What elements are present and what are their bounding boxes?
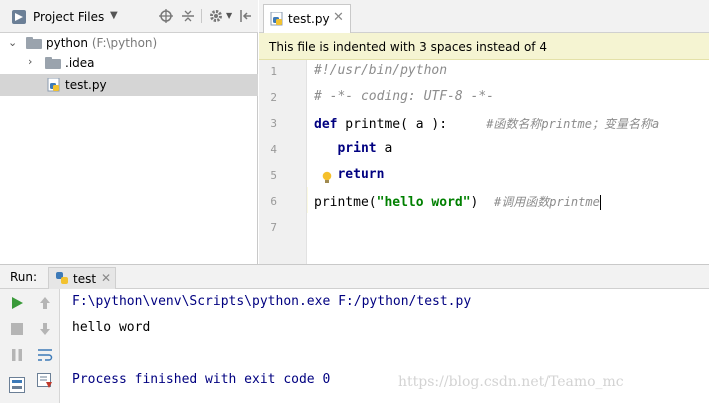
code-line-1: #!/usr/bin/python: [314, 63, 447, 78]
keyword-def: def: [314, 117, 338, 132]
project-view-icon: [12, 10, 26, 24]
settings-dropdown-icon[interactable]: ▼: [226, 11, 232, 20]
inline-comment: #调用函数printme: [494, 195, 600, 209]
code-line-4: print a: [314, 141, 392, 156]
line-number-gutter: 1 2 3 4 5 6 7: [259, 60, 307, 264]
watermark-text: https://blog.csdn.net/Teamo_mc: [398, 374, 624, 390]
chevron-right-icon[interactable]: ›: [28, 55, 32, 68]
collapse-all-icon[interactable]: [180, 8, 196, 24]
code-line-6: printme("hello word") #调用函数printme: [314, 193, 601, 210]
tree-item-label: python: [46, 36, 88, 50]
tree-item-test-py[interactable]: test.py: [0, 74, 258, 96]
line-number: 7: [270, 221, 277, 234]
python-file-icon: [270, 12, 283, 26]
function-signature: printme( a ):: [337, 117, 448, 132]
run-toolbar: [0, 289, 60, 403]
line-number: 6: [270, 195, 277, 208]
python-file-icon: [47, 78, 60, 92]
editor-tab-test-py[interactable]: test.py ✕: [263, 4, 351, 33]
tree-item-label: test.py: [65, 78, 107, 92]
project-view-selector[interactable]: Project Files: [33, 10, 104, 24]
editor-tab-label: test.py: [288, 12, 330, 26]
project-panel-header: Project Files ▼ ▼: [0, 0, 258, 33]
pause-icon[interactable]: [8, 346, 26, 364]
folder-icon: [45, 57, 61, 69]
run-tab-test[interactable]: test ✕: [48, 267, 116, 289]
string-literal: "hello word": [376, 195, 471, 210]
run-tool-window-header: Run: test ✕: [0, 264, 709, 289]
line-number: 5: [270, 169, 277, 182]
python-run-config-icon: [56, 272, 68, 284]
close-icon[interactable]: ✕: [333, 10, 344, 25]
console-command-line: F:\python\venv\Scripts\python.exe F:/pyt…: [72, 294, 472, 309]
tree-item-python[interactable]: ⌄ python (F:\python): [0, 32, 258, 54]
run-label: Run:: [10, 270, 38, 284]
text-caret: [599, 195, 601, 210]
banner-text: This file is indented with 3 spaces inst…: [269, 40, 547, 54]
inline-comment: #函数名称printme；变量名称a: [486, 117, 660, 131]
gear-icon[interactable]: [208, 8, 224, 24]
folder-icon: [26, 37, 42, 49]
encoding-comment: # -*- coding: UTF-8 -*-: [314, 89, 495, 104]
editor-tab-bar: test.py ✕: [259, 0, 709, 33]
keyword-print: print: [337, 141, 377, 156]
console-exit-line: Process finished with exit code 0: [72, 372, 331, 387]
stop-icon[interactable]: [8, 320, 26, 338]
code-line-5: return: [314, 167, 384, 182]
locate-file-icon[interactable]: [158, 8, 174, 24]
soft-wrap-icon[interactable]: [36, 346, 54, 364]
line-number: 4: [270, 143, 277, 156]
tree-item-path: (F:\python): [91, 36, 158, 50]
code-editor[interactable]: #!/usr/bin/python # -*- coding: UTF-8 -*…: [308, 60, 709, 264]
arrow-up-icon[interactable]: [36, 294, 54, 312]
console-output-line: hello word: [72, 320, 151, 335]
arrow-down-icon[interactable]: [36, 320, 54, 338]
layout-icon[interactable]: [8, 376, 26, 394]
project-tool-window: Project Files ▼ ▼ ⌄ python (F:\python) ›…: [0, 0, 258, 264]
line-number: 1: [270, 65, 277, 78]
indentation-notification-banner: This file is indented with 3 spaces inst…: [259, 33, 709, 60]
scroll-to-end-icon[interactable]: [36, 372, 54, 390]
rerun-icon[interactable]: [8, 294, 26, 312]
close-icon[interactable]: ✕: [101, 271, 111, 285]
hide-panel-icon[interactable]: [238, 8, 254, 24]
line-number: 3: [270, 117, 277, 130]
tree-item-idea[interactable]: › .idea: [0, 52, 258, 74]
toolbar-separator: [201, 9, 202, 23]
line-number: 2: [270, 91, 277, 104]
print-argument: a: [376, 141, 393, 156]
expand-arrow-icon[interactable]: ⌄: [8, 36, 17, 49]
keyword-return: return: [337, 167, 385, 182]
tree-item-label: .idea: [65, 56, 95, 70]
code-line-3: def printme( a ): #函数名称printme；变量名称a: [314, 115, 659, 132]
chevron-down-icon[interactable]: ▼: [110, 10, 118, 21]
run-tab-label: test: [73, 272, 97, 286]
code-line-2: # -*- coding: UTF-8 -*-: [314, 89, 494, 104]
shebang-comment: #!/usr/bin/python: [314, 63, 448, 78]
function-call: printme(: [314, 195, 377, 210]
